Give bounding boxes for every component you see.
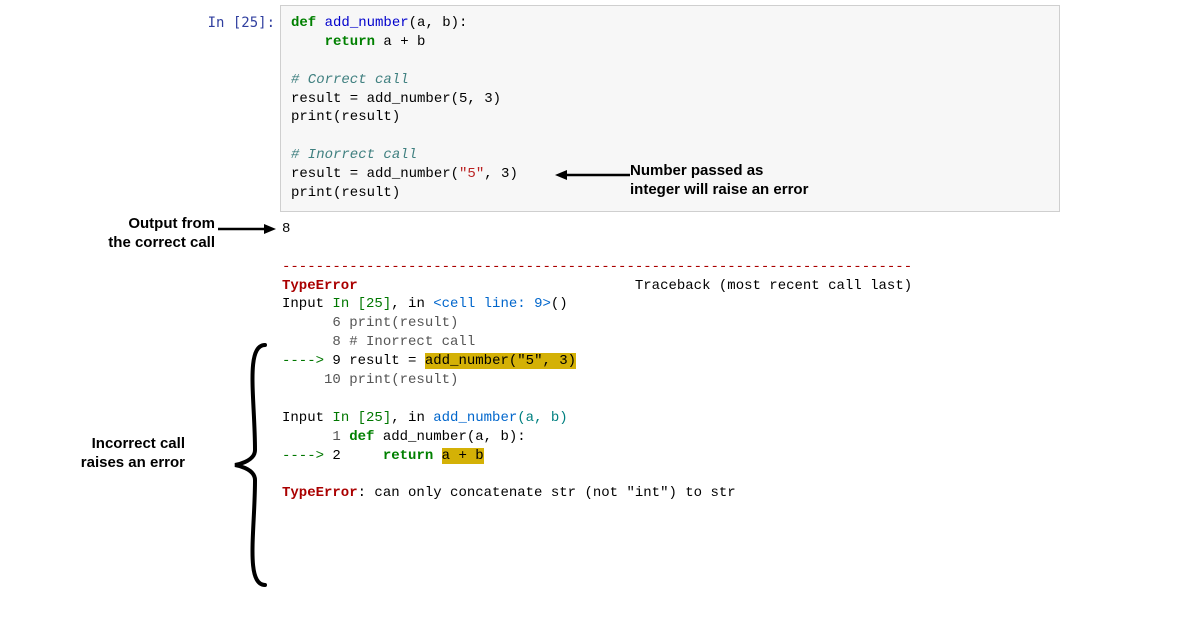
trace-highlight: add_number("5", 3): [425, 353, 576, 369]
annotation-output: Output from the correct call: [75, 215, 215, 253]
function-name: add_number: [316, 15, 408, 31]
code-text: a + b: [375, 34, 425, 50]
trace-line: result =: [349, 353, 425, 369]
trace-line: [433, 448, 441, 464]
trace-context: 6 print(result): [282, 315, 458, 331]
error-type: TypeError: [282, 278, 358, 294]
trace-args: (a, b): [517, 410, 567, 426]
code-text: (a, b):: [409, 15, 468, 31]
error-divider: ----------------------------------------…: [282, 259, 912, 275]
trace-lineno: 9: [332, 353, 349, 369]
trace-context: 8 # Inorrect call: [282, 334, 475, 350]
annotation-text: integer will raise an error: [630, 181, 808, 198]
annotation-right: Number passed as integer will raise an e…: [630, 162, 850, 200]
keyword-return: return: [383, 448, 433, 464]
arrow-icon: [555, 168, 630, 182]
trace-location: <cell line: 9>: [433, 296, 551, 312]
error-type-final: TypeError: [282, 485, 358, 501]
input-prompt: In [25]:: [195, 14, 275, 33]
code-text: print(result): [291, 185, 400, 201]
code-text: , 3): [484, 166, 518, 182]
trace-context: 10 print(result): [282, 372, 458, 388]
trace-line: add_number(a, b):: [374, 429, 525, 445]
annotation-text: the correct call: [108, 234, 215, 251]
output-area: 8 --------------------------------------…: [280, 212, 1060, 503]
trace-line: (): [551, 296, 568, 312]
keyword-return: return: [291, 34, 375, 50]
traceback-label: Traceback (most recent call last): [635, 278, 912, 294]
code-text: result = add_number(5, 3): [291, 91, 501, 107]
trace-lineno: 1: [282, 429, 349, 445]
output-correct: 8: [282, 221, 290, 237]
annotation-text: Number passed as: [630, 162, 763, 179]
comment: # Correct call: [291, 72, 409, 88]
keyword-def: def: [291, 15, 316, 31]
error-message: : can only concatenate str (not "int") t…: [358, 485, 736, 501]
trace-in: In [25]: [332, 410, 391, 426]
annotation-error: Incorrect call raises an error: [45, 435, 185, 473]
trace-line: Input: [282, 410, 332, 426]
trace-line: , in: [391, 296, 433, 312]
trace-lineno: 2: [332, 448, 382, 464]
comment: # Inorrect call: [291, 147, 417, 163]
keyword-def: def: [349, 429, 374, 445]
arrow-icon: [218, 222, 278, 236]
annotation-text: Output from: [128, 215, 215, 232]
annotation-text: raises an error: [81, 454, 185, 471]
code-text: result = add_number(: [291, 166, 459, 182]
notebook-cell: def add_number(a, b): return a + b # Cor…: [280, 5, 1060, 503]
trace-highlight: a + b: [442, 448, 484, 464]
trace-arrow: ---->: [282, 353, 332, 369]
string-literal: "5": [459, 166, 484, 182]
trace-line: , in: [391, 410, 433, 426]
trace-in: In [25]: [332, 296, 391, 312]
trace-function: add_number: [433, 410, 517, 426]
trace-line: Input: [282, 296, 332, 312]
code-text: print(result): [291, 109, 400, 125]
annotation-text: Incorrect call: [92, 435, 185, 452]
trace-arrow: ---->: [282, 448, 332, 464]
brace-icon: [230, 340, 270, 590]
